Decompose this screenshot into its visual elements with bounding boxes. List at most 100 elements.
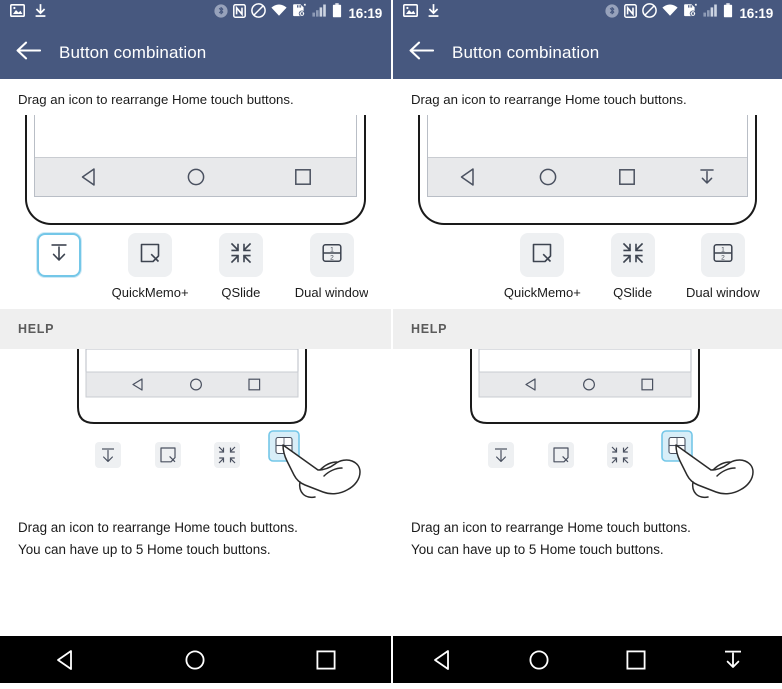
status-bar: 16:19 [393,0,782,26]
tray-label-quickmemo: QuickMemo+ [503,285,581,300]
tray-cell-qslide[interactable]: QSlide [588,233,678,309]
back-arrow-icon[interactable] [16,41,42,65]
panel-before: 16:19 Button combination Drag an icon to… [0,0,391,689]
help-text-block: Drag an icon to rearrange Home touch but… [0,509,391,599]
help-illustration [0,349,391,509]
status-bar-clock: 16:19 [348,5,382,21]
instruction-text: Drag an icon to rearrange Home touch but… [411,92,687,107]
quickmemo-tile[interactable] [520,233,565,277]
system-nav-home[interactable] [130,647,260,673]
screenshot-image-icon [10,4,25,22]
dual-window-tile[interactable]: 12 [309,233,354,277]
nfc-icon [233,3,247,23]
back-arrow-icon[interactable] [409,41,435,65]
qslide-icon [620,240,646,271]
bottom-spacer [0,598,391,636]
dual-window-icon: 12 [319,240,345,271]
phone-preview [393,115,782,225]
svg-text:1: 1 [330,246,334,253]
do-not-disturb-icon [251,3,267,23]
quickmemo-icon [529,240,555,271]
system-nav-back[interactable] [393,647,490,673]
status-bar-clock: 16:19 [739,5,773,21]
signal-bars-icon [312,4,327,22]
do-not-disturb-icon [642,3,658,23]
nfc-icon [624,3,638,23]
icon-tray: QuickMemo+ QSlide 1 2 Dual window [0,225,391,309]
help-illustration [393,349,782,509]
wifi-icon [271,4,288,22]
tray-cell-quickmemo[interactable]: QuickMemo+ [105,233,196,309]
help-line-1: Drag an icon to rearrange Home touch but… [411,520,691,535]
tray-cell-quickmemo[interactable]: QuickMemo+ [497,233,587,309]
phone-screen [34,115,357,197]
system-nav-recents[interactable] [261,647,391,673]
comparison-screenshots: 16:19 Button combination Drag an icon to… [0,0,782,689]
tray-label-dualwindow: Dual window [294,285,369,300]
system-nav-recents[interactable] [588,647,685,673]
dual-window-tile[interactable]: 12 [700,233,745,277]
tray-cell-dualwindow[interactable]: 12 Dual window [286,233,377,309]
help-section-header: HELP [0,309,391,349]
status-bar-left-icons [10,3,47,23]
download-icon [34,3,47,23]
signal-bars-icon [703,4,718,22]
status-bar: 16:19 [0,0,391,26]
preview-nav-notification[interactable] [667,166,747,188]
preview-nav-strip [428,157,747,196]
bottom-spacer [393,598,782,636]
qslide-icon [228,240,254,271]
preview-nav-strip [35,157,356,196]
tray-cell-dualwindow[interactable]: 12 Dual window [678,233,768,309]
preview-nav-recents[interactable] [588,166,668,188]
battery-icon [723,3,733,23]
system-nav-notification[interactable] [685,647,782,673]
help-text-block: Drag an icon to rearrange Home touch but… [393,509,782,599]
tray-label-dualwindow: Dual window [686,285,760,300]
system-nav-bar [0,636,391,683]
bluetooth-icon [605,3,620,23]
qslide-tile[interactable] [218,233,263,277]
tray-label-qslide: QSlide [613,285,653,300]
status-bar-right-icons: 16:19 [605,3,773,23]
screenshot-image-icon [403,4,418,22]
tray-cell-notification[interactable] [14,233,105,309]
icon-tray: QuickMemo+ QSlide 1 2 Dual window [393,225,782,309]
phone-preview [0,115,391,225]
status-bar-left-icons [403,3,440,23]
preview-nav-home[interactable] [508,166,588,188]
tray-cell-qslide[interactable]: QSlide [196,233,287,309]
preview-nav-recents[interactable] [249,166,356,188]
status-bar-right-icons: 16:19 [214,3,382,23]
app-bar: Button combination [0,26,391,79]
bluetooth-icon [214,3,229,23]
help-line-1: Drag an icon to rearrange Home touch but… [18,520,298,535]
notification-pulldown-tile[interactable] [37,233,82,277]
help-section-header: HELP [393,309,782,349]
empty-tile [430,233,474,277]
preview-nav-back[interactable] [428,166,508,188]
preview-nav-home[interactable] [142,166,249,188]
tray-cell-empty [407,233,497,309]
svg-text:2: 2 [721,254,725,261]
sd-card-error-icon [292,3,307,23]
dual-window-icon: 12 [710,240,736,271]
help-line-2: You can have up to 5 Home touch buttons. [411,542,664,557]
system-nav-back[interactable] [0,647,130,673]
preview-nav-back[interactable] [35,166,142,188]
phone-screen [427,115,748,197]
quickmemo-icon [137,240,163,271]
notification-pulldown-icon [46,240,72,271]
system-nav-bar [393,636,782,683]
phone-body [418,115,757,225]
page-title: Button combination [452,42,600,62]
system-nav-home[interactable] [490,647,587,673]
download-icon [427,3,440,23]
qslide-tile[interactable] [610,233,655,277]
help-label: HELP [411,322,448,336]
page-title: Button combination [59,42,207,62]
wifi-icon [662,4,679,22]
help-label: HELP [18,322,55,336]
quickmemo-tile[interactable] [128,233,173,277]
sd-card-error-icon [683,3,698,23]
